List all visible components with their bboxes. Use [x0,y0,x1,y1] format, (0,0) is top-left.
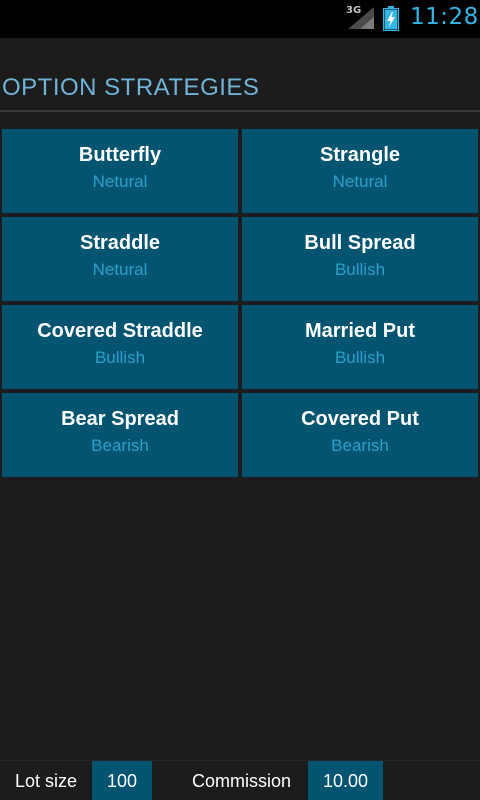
title-divider [0,110,480,112]
strategy-name: Strangle [319,144,401,166]
strategy-name: Bear Spread [61,408,179,430]
strategy-tile-butterfly[interactable]: Butterfly Netural [2,129,238,213]
strategy-tile-married-put[interactable]: Married Put Bullish [242,305,478,389]
lot-size-field[interactable]: 100 [92,761,152,800]
strategy-bias: Bullish [94,348,146,367]
commission-field[interactable]: 10.00 [308,761,383,800]
strategy-bias: Bullish [334,348,386,367]
strategy-tile-strangle[interactable]: Strangle Netural [242,129,478,213]
lot-size-label: Lot size [15,771,78,791]
commission-label: Commission [192,771,292,791]
strategy-bias: Bearish [91,436,149,455]
signal-strength-icon [348,7,374,29]
status-clock: 11:28 [410,4,479,30]
strategy-name: Butterfly [78,144,162,166]
strategy-tile-covered-put[interactable]: Covered Put Bearish [242,393,478,477]
strategy-name: Married Put [304,320,416,342]
strategy-bias: Netural [332,172,388,191]
strategy-name: Bull Spread [304,232,416,254]
strategy-tile-straddle[interactable]: Straddle Netural [2,217,238,301]
strategy-bias: Netural [92,172,148,191]
strategy-name: Straddle [79,232,161,254]
strategy-bias: Bearish [331,436,389,455]
strategy-tile-bear-spread[interactable]: Bear Spread Bearish [2,393,238,477]
page-title: OPTION STRATEGIES [2,74,260,101]
strategy-tile-covered-straddle[interactable]: Covered Straddle Bullish [2,305,238,389]
status-bar: 3G 11:28 [0,0,480,38]
strategy-grid: Butterfly Netural Strangle Netural Strad… [2,129,478,477]
strategy-tile-bull-spread[interactable]: Bull Spread Bullish [242,217,478,301]
strategy-name: Covered Straddle [37,320,203,342]
strategy-bias: Bullish [334,260,386,279]
battery-charging-icon [383,6,399,31]
strategy-bias: Netural [92,260,148,279]
strategy-name: Covered Put [301,408,419,430]
bottom-settings-bar: Lot size 100 Commission 10.00 [0,760,480,800]
